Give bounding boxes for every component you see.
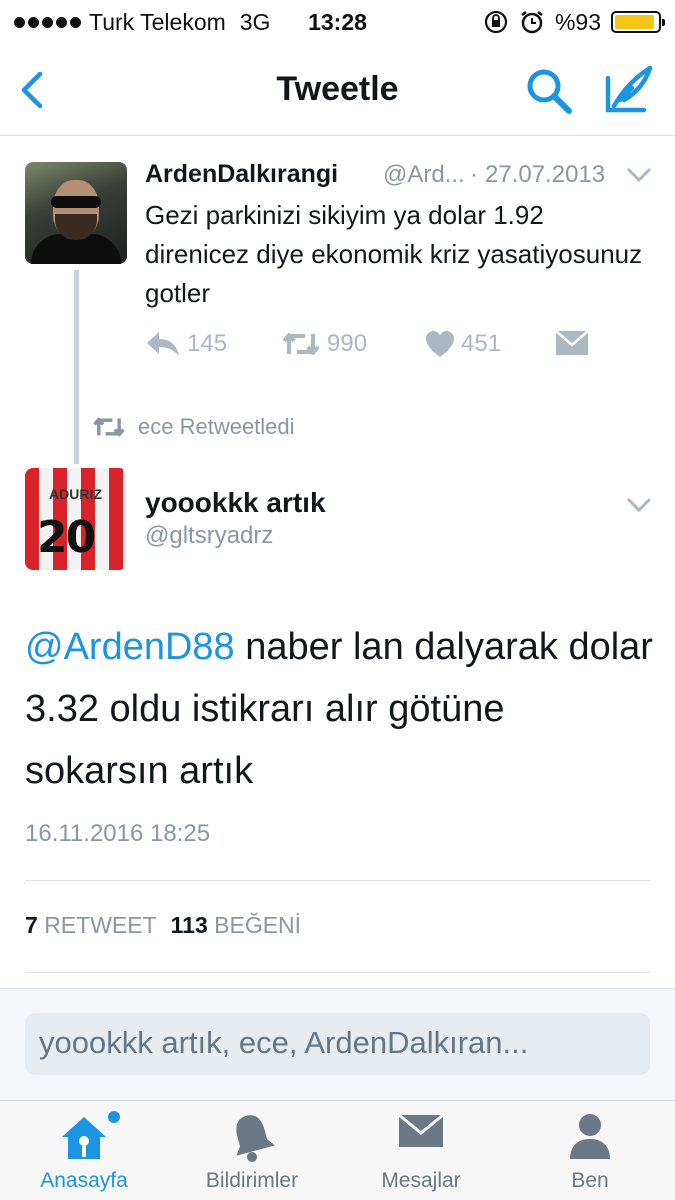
like-stat-count: 113: [170, 912, 208, 938]
signal-icon: [14, 16, 81, 28]
tab-bar: Anasayfa Bildirimler Mesajlar Ben: [0, 1100, 675, 1200]
tab-label: Ben: [571, 1169, 609, 1192]
author-name[interactable]: ArdenDalkırangi: [145, 160, 338, 189]
tweet-stats: 7 RETWEET 113 BEĞENİ: [25, 912, 301, 939]
rotation-lock-icon: [484, 10, 508, 34]
thread-connector: [74, 270, 79, 464]
retweet-stat-label: RETWEET: [44, 912, 157, 938]
tweet-timestamp: 16.11.2016 18:25: [25, 820, 211, 847]
retweet-icon: [282, 333, 320, 355]
tab-label: Anasayfa: [40, 1169, 128, 1192]
reply-input[interactable]: yoookkk artık, ece, ArdenDalkıran...: [25, 1013, 650, 1075]
divider: [25, 972, 650, 973]
tab-notifications[interactable]: Bildirimler: [168, 1101, 336, 1200]
tweet-text: Gezi parkinizi sikiyim ya dolar 1.92 dir…: [145, 200, 643, 308]
retweet-icon: [93, 417, 125, 437]
status-bar: Turk Telekom 3G 13:28 %93: [0, 0, 675, 44]
jersey-name: ADURIZ: [49, 486, 102, 502]
tab-label: Mesajlar: [381, 1169, 461, 1192]
like-stat[interactable]: 113 BEĞENİ: [171, 912, 301, 939]
battery-icon: [611, 11, 665, 33]
reply-icon: [147, 332, 179, 356]
mention-link[interactable]: @ArdenD88: [25, 626, 235, 668]
chevron-down-icon[interactable]: [626, 496, 652, 514]
like-count: 451: [461, 330, 502, 357]
author-handle: @gltsryadrz: [145, 522, 274, 549]
compose-icon[interactable]: [600, 62, 656, 118]
chevron-down-icon[interactable]: [626, 166, 652, 184]
home-icon: [62, 1117, 106, 1159]
tab-home[interactable]: Anasayfa: [0, 1101, 168, 1200]
tweet-date: 27.07.2013: [485, 161, 606, 188]
direct-message-button[interactable]: [555, 330, 589, 356]
notification-dot: [108, 1111, 120, 1123]
avatar[interactable]: [25, 162, 127, 264]
divider: [25, 880, 650, 881]
bell-icon: [236, 1115, 275, 1162]
navigation-bar: Tweetle: [0, 44, 675, 136]
alarm-icon: [521, 11, 543, 34]
jersey-number: 20: [37, 512, 96, 563]
tab-profile[interactable]: Ben: [506, 1101, 674, 1200]
envelope-icon: [555, 330, 589, 355]
retweet-stat-count: 7: [25, 912, 38, 938]
retweeted-by-label: ece Retweetledi: [138, 414, 295, 439]
reply-bar: yoookkk artık, ece, ArdenDalkıran...: [0, 988, 675, 1100]
battery-percent: %93: [554, 8, 601, 35]
retweet-button[interactable]: 990: [281, 330, 367, 358]
heart-icon: [426, 331, 454, 357]
like-button[interactable]: 451: [425, 330, 501, 358]
author-handle: @Ard...: [383, 161, 465, 188]
network-type: 3G: [239, 8, 271, 35]
tweet-text: @ArdenD88 naber lan dalyarak dolar 3.32 …: [25, 616, 655, 802]
envelope-icon: [398, 1113, 444, 1147]
tab-label: Bildirimler: [205, 1169, 299, 1192]
person-icon: [570, 1114, 610, 1159]
separator-dot: ·: [470, 161, 478, 188]
carrier-name: Turk Telekom: [89, 8, 226, 35]
status-right: %93: [483, 8, 665, 36]
reply-button[interactable]: 145: [145, 330, 227, 358]
retweet-count: 990: [327, 330, 368, 357]
tweet-actions: 145 990 451: [145, 330, 645, 366]
tab-messages[interactable]: Mesajlar: [337, 1101, 505, 1200]
author-name[interactable]: yoookkk artık: [145, 487, 326, 519]
retweeted-by[interactable]: ece Retweetledi: [92, 414, 295, 440]
search-icon[interactable]: [524, 66, 574, 116]
retweet-stat[interactable]: 7 RETWEET: [25, 912, 157, 939]
avatar[interactable]: ADURIZ 20: [25, 468, 127, 570]
like-stat-label: BEĞENİ: [214, 912, 302, 938]
reply-count: 145: [187, 330, 228, 357]
